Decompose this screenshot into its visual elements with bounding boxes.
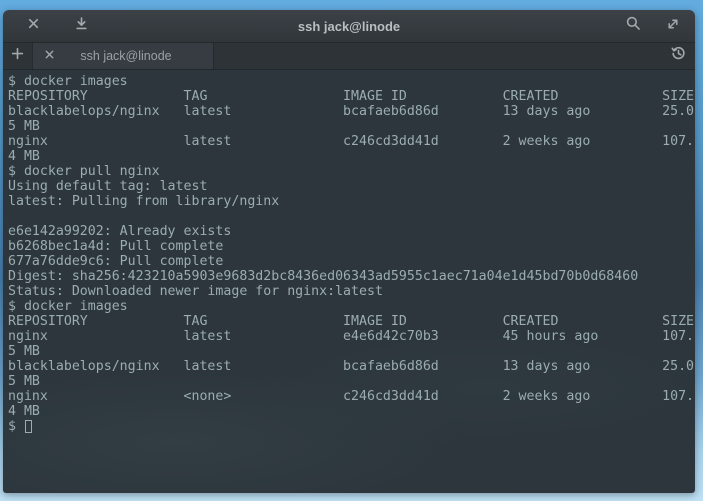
window-title: ssh jack@linode xyxy=(3,19,695,34)
arrow-down-to-bar-icon xyxy=(75,17,88,35)
tab-ssh-session[interactable]: ssh jack@linode xyxy=(33,43,214,69)
terminal-line: Using default tag: latest xyxy=(8,179,695,194)
split-down-button[interactable] xyxy=(73,18,89,34)
terminal-line: nginx latest e4e6d42c70b3 45 hours ago 1… xyxy=(8,329,695,344)
terminal-line: e6e142a99202: Already exists xyxy=(8,224,695,239)
terminal-line: 4 MB xyxy=(8,404,695,419)
terminal-line: nginx latest c246cd3dd41d 2 weeks ago 10… xyxy=(8,134,695,149)
titlebar: ssh jack@linode xyxy=(3,10,695,43)
terminal-line: REPOSITORY TAG IMAGE ID CREATED SIZE xyxy=(8,89,695,104)
terminal-output: $ docker imagesREPOSITORY TAG IMAGE ID C… xyxy=(8,74,695,419)
tab-close-button[interactable] xyxy=(39,46,59,66)
prompt-line: $ xyxy=(8,419,695,434)
window-close-button[interactable] xyxy=(25,18,41,34)
terminal-line xyxy=(8,209,695,224)
terminal-line: 5 MB xyxy=(8,119,695,134)
history-clock-icon xyxy=(671,46,686,66)
close-icon xyxy=(27,17,40,35)
terminal-cursor xyxy=(25,420,32,433)
terminal-line: 5 MB xyxy=(8,344,695,359)
tab-title: ssh jack@linode xyxy=(59,49,213,63)
new-tab-button[interactable] xyxy=(3,43,33,69)
desktop-background: ssh jack@linode xyxy=(0,0,703,501)
close-icon xyxy=(44,47,55,65)
terminal-line: $ docker images xyxy=(8,74,695,89)
terminal-line: b6268bec1a4d: Pull complete xyxy=(8,239,695,254)
terminal-screen[interactable]: $ docker imagesREPOSITORY TAG IMAGE ID C… xyxy=(3,70,695,493)
terminal-line: 5 MB xyxy=(8,374,695,389)
terminal-line: nginx <none> c246cd3dd41d 2 weeks ago 10… xyxy=(8,389,695,404)
terminal-line: $ docker pull nginx xyxy=(8,164,695,179)
terminal-line: blacklabelops/nginx latest bcafaeb6d86d … xyxy=(8,359,695,374)
fullscreen-button[interactable] xyxy=(665,18,681,34)
tabbar: ssh jack@linode xyxy=(3,43,695,70)
plus-icon xyxy=(11,47,24,65)
terminal-line: Digest: sha256:423210a5903e9683d2bc8436e… xyxy=(8,269,695,284)
terminal-line: blacklabelops/nginx latest bcafaeb6d86d … xyxy=(8,104,695,119)
session-history-button[interactable] xyxy=(667,43,689,69)
terminal-line: REPOSITORY TAG IMAGE ID CREATED SIZE xyxy=(8,314,695,329)
resize-diagonal-icon xyxy=(666,17,680,36)
search-button[interactable] xyxy=(625,18,641,34)
terminal-line: 4 MB xyxy=(8,149,695,164)
search-icon xyxy=(626,16,641,36)
terminal-line: 677a76dde9c6: Pull complete xyxy=(8,254,695,269)
terminal-line: latest: Pulling from library/nginx xyxy=(8,194,695,209)
terminal-line: $ docker images xyxy=(8,299,695,314)
terminal-line: Status: Downloaded newer image for nginx… xyxy=(8,284,695,299)
prompt-text: $ xyxy=(8,419,24,434)
terminal-window: ssh jack@linode xyxy=(3,10,695,493)
